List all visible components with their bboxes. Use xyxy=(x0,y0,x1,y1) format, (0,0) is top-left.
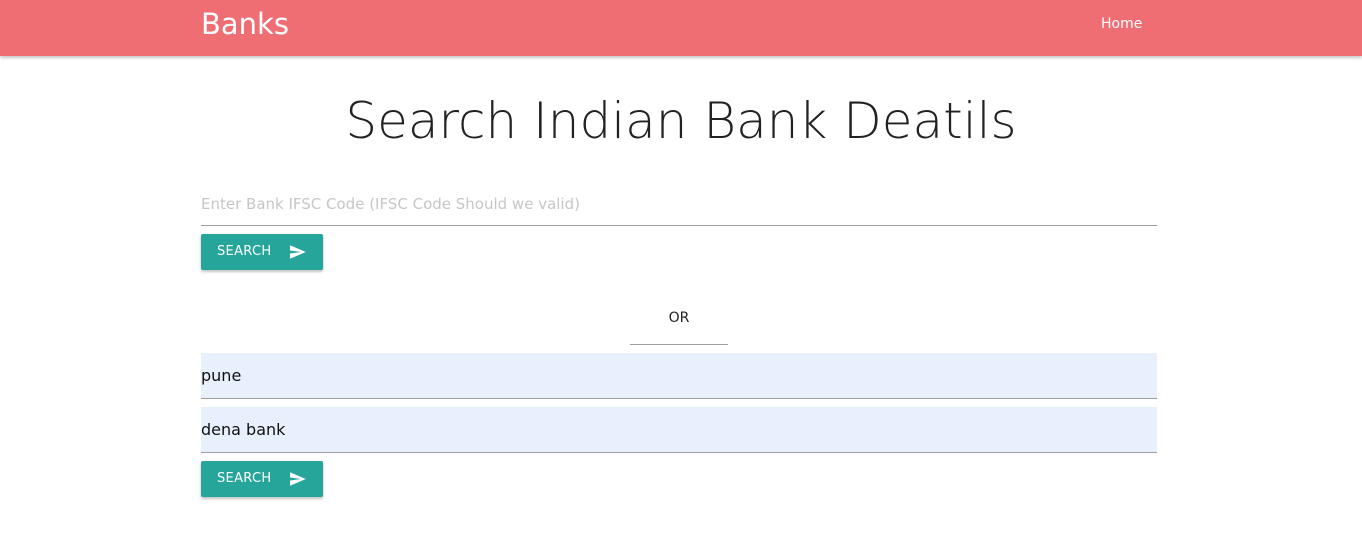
brand-logo-link[interactable]: Banks xyxy=(201,6,289,42)
send-icon xyxy=(290,245,306,259)
or-divider xyxy=(630,344,728,345)
or-separator-label: OR xyxy=(668,310,690,326)
city-input[interactable] xyxy=(201,353,1157,399)
city-bank-search-button-label: SEARCH xyxy=(217,471,272,486)
page-title: Search Indian Bank Deatils xyxy=(345,92,1017,150)
nav-home-link[interactable]: Home xyxy=(1101,14,1142,34)
ifsc-search-button-label: SEARCH xyxy=(217,244,272,259)
send-icon xyxy=(290,472,306,486)
ifsc-search-button[interactable]: SEARCH xyxy=(201,234,323,270)
ifsc-code-input[interactable] xyxy=(201,182,1157,226)
city-bank-search-button[interactable]: SEARCH xyxy=(201,461,323,497)
bank-name-input[interactable] xyxy=(201,407,1157,453)
top-navbar: Banks Home xyxy=(0,0,1362,56)
